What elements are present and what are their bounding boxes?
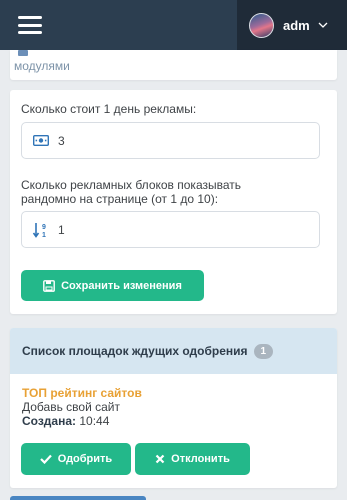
site-description: Добавь свой сайт — [22, 400, 120, 414]
top-navbar: adm — [0, 0, 347, 50]
site-name-link[interactable]: ТОП рейтинг сайтов — [22, 386, 142, 400]
hamburger-icon[interactable] — [18, 16, 42, 34]
blocks-count-value: 1 — [58, 222, 65, 237]
site-created: Создана: 10:44 — [22, 414, 109, 428]
avatar — [249, 12, 274, 38]
blocks-label-line-1: Сколько рекламных блоков показывать — [21, 178, 242, 192]
user-menu[interactable]: adm — [237, 0, 347, 50]
blocks-label-line-2: рандомно на странице (от 1 до 10): — [21, 192, 219, 206]
next-section-edge — [10, 496, 146, 500]
sort-numeric-icon: 9 1 — [32, 221, 50, 239]
ad-settings-card: Сколько стоит 1 день рекламы: 3 Сколько … — [10, 90, 337, 314]
approve-button[interactable]: Одобрить — [21, 443, 131, 475]
module-icon — [18, 50, 28, 56]
floppy-disk-icon — [43, 279, 56, 292]
created-time: 10:44 — [79, 414, 110, 428]
card-partial-text: модулями — [14, 59, 70, 73]
reject-button[interactable]: Отклонить — [135, 443, 250, 475]
svg-text:1: 1 — [42, 232, 46, 239]
price-label: Сколько стоит 1 день рекламы: — [21, 102, 197, 116]
svg-text:9: 9 — [42, 224, 46, 231]
user-name: adm — [283, 17, 310, 33]
blocks-count-input[interactable]: 9 1 1 — [21, 211, 320, 248]
pending-sites-header: Список площадок ждущих одобрения 1 — [10, 328, 337, 374]
modules-card-partial: модулями — [10, 50, 337, 80]
chevron-down-icon — [318, 22, 328, 28]
money-icon — [32, 135, 50, 146]
pending-sites-title: Список площадок ждущих одобрения — [22, 344, 248, 358]
reject-label: Отклонить — [171, 453, 230, 465]
pending-sites-card: Список площадок ждущих одобрения 1 ТОП р… — [10, 328, 337, 488]
approve-label: Одобрить — [57, 453, 113, 465]
price-input[interactable]: 3 — [21, 122, 320, 159]
check-icon — [40, 454, 52, 464]
created-label: Создана: — [22, 414, 77, 428]
pending-count-badge: 1 — [253, 343, 274, 359]
save-changes-button[interactable]: Сохранить изменения — [21, 270, 204, 301]
price-value: 3 — [58, 133, 65, 148]
close-icon — [155, 454, 165, 464]
save-changes-label: Сохранить изменения — [61, 279, 182, 292]
